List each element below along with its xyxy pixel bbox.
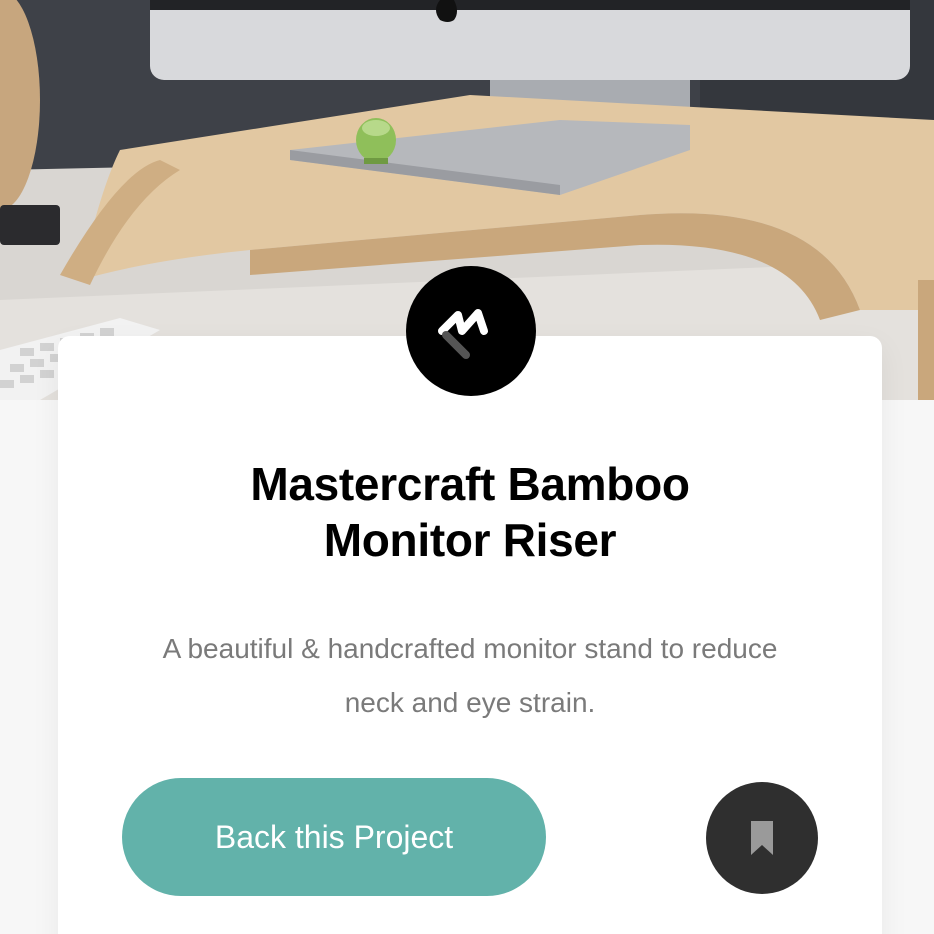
bookmark-button[interactable]	[706, 782, 818, 894]
bookmark-icon	[751, 821, 773, 855]
project-card: Mastercraft Bamboo Monitor Riser A beaut…	[58, 336, 882, 934]
project-title-line1: Mastercraft Bamboo	[250, 458, 690, 510]
project-description-line2: neck and eye strain.	[344, 687, 596, 718]
mastercraft-logo-icon	[438, 309, 488, 359]
project-description-line1: A beautiful & handcrafted monitor stand …	[162, 633, 778, 664]
project-description: A beautiful & handcrafted monitor stand …	[58, 622, 882, 730]
back-project-button[interactable]: Back this Project	[122, 778, 546, 896]
project-title-line2: Monitor Riser	[323, 514, 617, 566]
project-title: Mastercraft Bamboo Monitor Riser	[58, 456, 882, 568]
brand-logo	[406, 266, 536, 396]
